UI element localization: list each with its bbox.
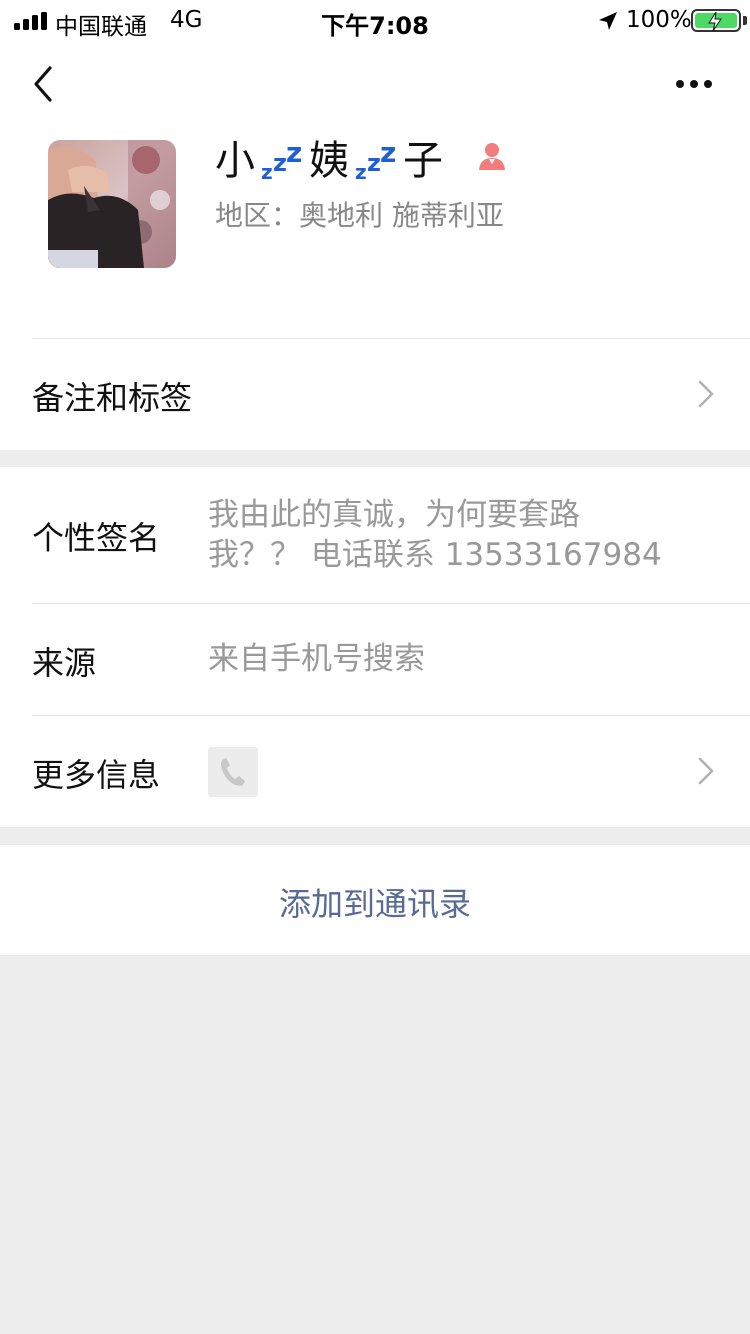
add-contact-section: 添加到通讯录	[0, 845, 750, 955]
more-info-label: 更多信息	[32, 756, 161, 794]
nickname-part-1: 小	[215, 138, 255, 184]
details-section: 个性签名 我由此的真诚，为何要套路 我？？ 电话联系 13533167984 来…	[0, 467, 750, 827]
battery-icon	[691, 9, 741, 32]
source-value: 来自手机号搜索	[208, 641, 425, 677]
remark-tags-row[interactable]: 备注和标签	[0, 339, 750, 450]
nickname-part-3: 子	[403, 138, 443, 184]
source-row: 来源 来自手机号搜索	[0, 604, 750, 715]
nickname-part-2: 姨	[309, 138, 349, 184]
contact-region: 地区：奥地利 施蒂利亚	[215, 199, 504, 232]
profile-header: 小 z z z 姨 z z z 子 地区：奥地利 施蒂利亚 备注和标签	[0, 40, 750, 450]
phone-icon	[208, 747, 258, 797]
back-arrow-icon[interactable]	[24, 64, 64, 104]
signature-value-line-1: 我由此的真诚，为何要套路	[208, 497, 580, 533]
more-info-row[interactable]: 更多信息	[0, 716, 750, 827]
source-label: 来源	[32, 644, 97, 682]
signature-row: 个性签名 我由此的真诚，为何要套路 我？？ 电话联系 13533167984	[0, 467, 750, 603]
avatar[interactable]	[48, 140, 176, 268]
battery-percent: 100%	[626, 7, 692, 33]
chevron-right-icon	[698, 380, 714, 408]
zzz-sleep-icon: z z z	[261, 136, 303, 184]
status-bar: 中国联通 4G 下午7:08 100%	[0, 0, 750, 40]
add-to-contacts-button[interactable]: 添加到通讯录	[0, 879, 750, 925]
location-arrow-icon	[599, 12, 617, 30]
remark-tags-label: 备注和标签	[32, 379, 193, 417]
contact-nickname: 小 z z z 姨 z z z 子	[215, 128, 443, 186]
chevron-right-icon	[698, 757, 714, 785]
contact-profile-screen: 中国联通 4G 下午7:08 100% 小 z z z 姨 z z z 子 地区…	[0, 0, 750, 1334]
profile-avatar	[48, 140, 176, 268]
zzz-sleep-icon: z z z	[355, 136, 397, 184]
battery-tip	[743, 16, 747, 25]
signature-value-line-2: 我？？ 电话联系 13533167984	[208, 537, 662, 573]
female-icon	[479, 143, 505, 170]
more-options-button[interactable]	[668, 72, 720, 96]
signature-label: 个性签名	[32, 519, 161, 557]
